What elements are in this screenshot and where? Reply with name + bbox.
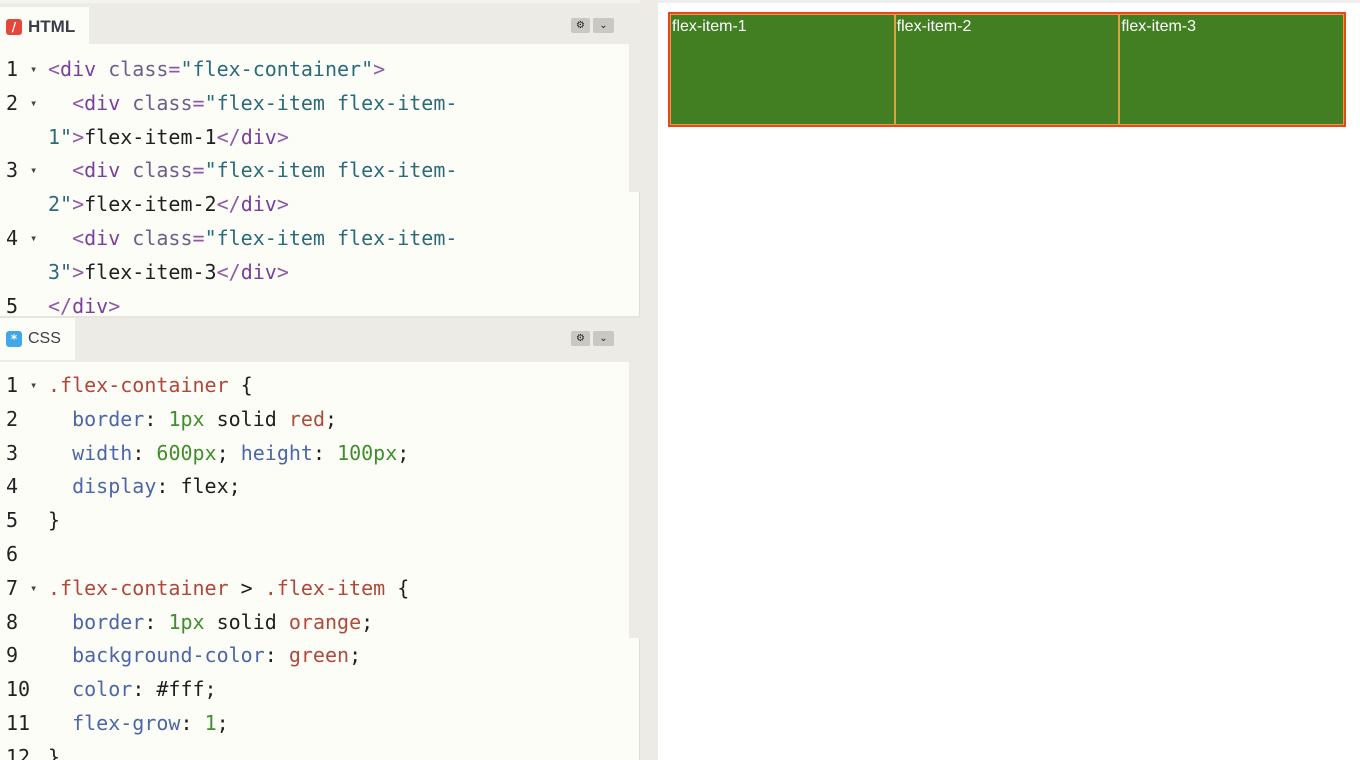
line-number: 2: [6, 406, 19, 431]
css-code-line[interactable]: 9 background-color: green;: [0, 639, 640, 673]
css-code-line[interactable]: 10 color: #fff;: [0, 673, 640, 707]
line-number: 6: [6, 541, 19, 566]
html-pane-header: / HTML ⚙ ⌄: [0, 0, 640, 47]
html-code-line[interactable]: 5 </div>: [0, 290, 640, 316]
code-text: </div>: [48, 293, 121, 316]
gear-icon[interactable]: ⚙: [571, 18, 590, 33]
line-number: 11: [6, 710, 31, 735]
code-text: border: 1px solid orange;: [72, 609, 374, 634]
fold-toggle-icon[interactable]: ▾: [30, 154, 37, 188]
code-text: .flex-container > .flex-item {: [48, 575, 410, 600]
html-code-line[interactable]: 2 ▾ <div class="flex-item flex-item-: [0, 87, 640, 121]
html-pane-tab[interactable]: / HTML: [0, 7, 90, 47]
css-editor-pane: * CSS ⚙ ⌄ 1 ▾ .flex-container { 2 border: 1…: [0, 318, 640, 760]
html-pane-title: HTML: [28, 17, 76, 36]
line-number: 12: [6, 744, 31, 760]
line-number: 7: [6, 575, 19, 600]
css-code-line[interactable]: 5}: [0, 504, 640, 538]
css-code-line[interactable]: 11 flex-grow: 1;: [0, 707, 640, 741]
css-code-line[interactable]: 7 ▾ .flex-container > .flex-item {: [0, 572, 640, 606]
html-code-line[interactable]: 1">flex-item-1</div>: [0, 121, 640, 155]
fold-toggle-icon[interactable]: ▾: [30, 222, 37, 256]
html-code-line[interactable]: 4 ▾ <div class="flex-item flex-item-: [0, 222, 640, 256]
css-asterisk-icon: *: [6, 331, 22, 347]
vertical-resize-divider[interactable]: [640, 0, 658, 760]
code-text: <div class="flex-item flex-item-: [72, 158, 458, 183]
preview-flex-container: flex-item-1 flex-item-2 flex-item-3: [668, 12, 1346, 127]
code-text: color: #fff;: [72, 677, 217, 702]
html-editor-scrollbar[interactable]: [629, 44, 640, 192]
preview-flex-item-3: flex-item-3: [1119, 14, 1345, 125]
css-code-line[interactable]: 6: [0, 538, 640, 572]
code-text: border: 1px solid red;: [72, 406, 338, 431]
html-code-line[interactable]: 2">flex-item-2</div>: [0, 188, 640, 222]
line-number: 10: [6, 677, 31, 702]
line-number: 3: [6, 158, 19, 183]
code-text: flex-grow: 1;: [72, 710, 229, 735]
css-editor-scrollbar[interactable]: [629, 360, 640, 638]
code-text: 2">flex-item-2</div>: [48, 192, 289, 217]
code-text: }: [48, 508, 61, 533]
css-pane-tools: ⚙ ⌄: [571, 331, 614, 346]
line-number: 3: [6, 440, 19, 465]
line-number: 1: [6, 57, 19, 81]
chevron-down-icon[interactable]: ⌄: [593, 18, 614, 33]
html-pane-tools: ⚙ ⌄: [571, 18, 614, 33]
css-pane-header: * CSS ⚙ ⌄: [0, 318, 640, 362]
line-number: 4: [6, 474, 19, 499]
code-text: 3">flex-item-3</div>: [48, 259, 289, 284]
css-code-line[interactable]: 12}: [0, 741, 640, 760]
line-number: 9: [6, 643, 19, 668]
fold-toggle-icon[interactable]: ▾: [30, 572, 37, 606]
preview-pane: flex-item-1 flex-item-2 flex-item-3: [658, 0, 1360, 760]
line-number: 8: [6, 609, 19, 634]
fold-toggle-icon[interactable]: ▾: [30, 53, 37, 87]
code-text: <div class="flex-item flex-item-: [72, 90, 458, 115]
code-text: <div class="flex-item flex-item-: [72, 225, 458, 250]
html-code-line[interactable]: 3">flex-item-3</div>: [0, 256, 640, 290]
html-slash-icon: /: [6, 19, 22, 35]
code-text: <div class="flex-container">: [48, 57, 386, 81]
html-editor-pane: / HTML ⚙ ⌄ 1 ▾ <div class="flex-container"…: [0, 0, 640, 316]
line-number: 1: [6, 373, 19, 397]
css-code-editor[interactable]: 1 ▾ .flex-container { 2 border: 1px solid r…: [0, 362, 640, 760]
preview-flex-item-2: flex-item-2: [894, 14, 1120, 125]
code-text: width: 600px; height: 100px;: [72, 440, 410, 465]
line-number: 4: [6, 225, 19, 250]
chevron-down-icon[interactable]: ⌄: [593, 331, 614, 346]
html-code-editor[interactable]: 1 ▾ <div class="flex-container"> 2 ▾ <div cl…: [0, 44, 640, 316]
code-text: }: [48, 744, 61, 760]
css-code-line[interactable]: 1 ▾ .flex-container {: [0, 369, 640, 403]
fold-toggle-icon[interactable]: ▾: [30, 87, 37, 121]
gear-icon[interactable]: ⚙: [571, 331, 590, 346]
css-pane-tab[interactable]: * CSS: [0, 318, 75, 360]
code-text: 1">flex-item-1</div>: [48, 124, 289, 149]
css-code-line[interactable]: 8 border: 1px solid orange;: [0, 606, 640, 640]
css-code-line[interactable]: 2 border: 1px solid red;: [0, 403, 640, 437]
css-pane-title: CSS: [28, 330, 61, 347]
css-code-line[interactable]: 4 display: flex;: [0, 470, 640, 504]
line-number: 5: [6, 293, 19, 316]
line-number: 2: [6, 90, 19, 115]
code-text: .flex-container {: [48, 373, 253, 397]
code-text: background-color: green;: [72, 643, 362, 668]
preview-flex-item-1: flex-item-1: [670, 14, 895, 125]
html-code-line[interactable]: 1 ▾ <div class="flex-container">: [0, 53, 640, 87]
editor-column: / HTML ⚙ ⌄ 1 ▾ <div class="flex-container"…: [0, 0, 640, 760]
line-number: 5: [6, 508, 19, 533]
css-code-line[interactable]: 3 width: 600px; height: 100px;: [0, 437, 640, 471]
fold-toggle-icon[interactable]: ▾: [30, 369, 37, 403]
code-text: display: flex;: [72, 474, 241, 499]
html-code-line[interactable]: 3 ▾ <div class="flex-item flex-item-: [0, 154, 640, 188]
